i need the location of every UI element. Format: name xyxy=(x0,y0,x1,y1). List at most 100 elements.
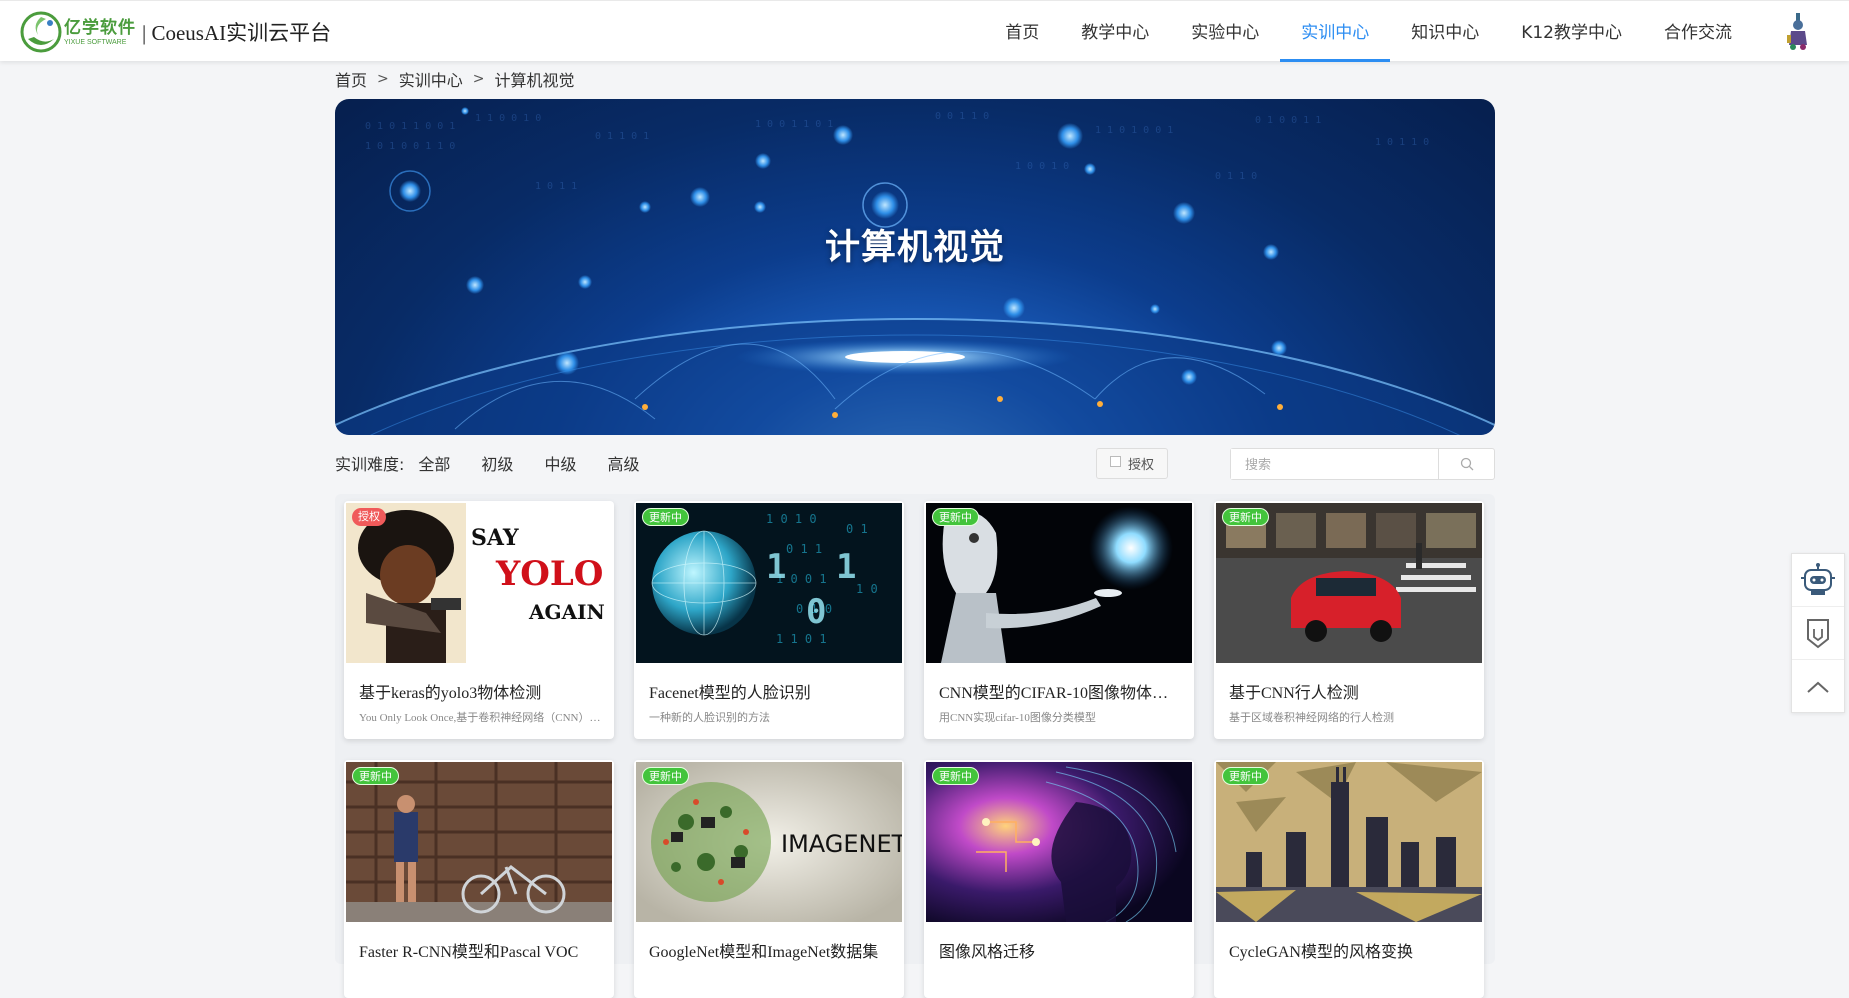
svg-text:0 1 0 0 1 1: 0 1 0 0 1 1 xyxy=(1255,115,1321,126)
course-thumbnail: 更新中 xyxy=(1216,762,1482,922)
course-card[interactable]: 更新中 图像风格迁移 xyxy=(924,760,1194,998)
course-card[interactable]: IMAGENET 更新中 GoogleNet模型和ImageNet数据集 xyxy=(634,760,904,998)
course-description: 一种新的人脸识别的方法 xyxy=(649,712,770,724)
breadcrumb-current: 计算机视觉 xyxy=(494,71,575,90)
search-box xyxy=(1230,448,1495,480)
filter-all[interactable]: 全部 xyxy=(418,451,450,475)
platform-name: | CoeusAI实训云平台 xyxy=(142,21,332,45)
svg-text:1 0: 1 0 xyxy=(856,582,878,596)
breadcrumb: 首页 > 实训中心 > 计算机视觉 xyxy=(335,68,575,90)
nav-knowledge-center[interactable]: 知识中心 xyxy=(1390,1,1500,62)
svg-text:0: 0 xyxy=(806,592,826,632)
svg-text:0 1 1 0 1: 0 1 1 0 1 xyxy=(595,131,649,142)
difficulty-filter: 实训难度: 全部 初级 中级 高级 xyxy=(335,450,670,476)
logo[interactable]: 亿学软件 YIXUE SOFTWARE | CoeusAI实训云平台 xyxy=(20,11,331,53)
course-thumbnail: 更新中 xyxy=(346,762,612,922)
course-thumbnail: 更新中 xyxy=(926,762,1192,922)
back-to-top-button[interactable] xyxy=(1792,660,1844,713)
course-thumbnail: IMAGENET 更新中 xyxy=(636,762,902,922)
course-thumbnail: SAY YOLO AGAIN 授权 xyxy=(346,503,612,663)
chevron-up-icon xyxy=(1807,681,1829,693)
status-badge: 授权 xyxy=(352,508,386,526)
user-avatar[interactable] xyxy=(1785,13,1811,51)
main-nav: 首页 教学中心 实验中心 实训中心 知识中心 K12教学中心 合作交流 xyxy=(984,1,1753,62)
difficulty-label: 实训难度: xyxy=(335,455,405,474)
svg-text:0 1 0 1 1 0 0 1: 0 1 0 1 1 0 0 1 xyxy=(365,121,455,132)
svg-text:0 1 1: 0 1 1 xyxy=(786,542,822,556)
logo-icon xyxy=(20,11,62,53)
svg-text:0 0 1 1 0: 0 0 1 1 0 xyxy=(935,111,989,122)
course-title[interactable]: GoogleNet模型和ImageNet数据集 xyxy=(649,938,894,962)
search-button[interactable] xyxy=(1438,449,1494,479)
svg-text:1 1 0 1 0 0 1: 1 1 0 1 0 0 1 xyxy=(1095,125,1173,136)
search-icon xyxy=(1460,457,1474,471)
status-badge: 更新中 xyxy=(1222,767,1269,785)
svg-text:1 0 0 1 0: 1 0 0 1 0 xyxy=(1015,161,1069,172)
thumb-text-imagenet: IMAGENET xyxy=(781,830,902,858)
svg-text:1: 1 xyxy=(836,547,856,587)
svg-text:1: 1 xyxy=(766,547,786,587)
course-card[interactable]: 更新中 CycleGAN模型的风格变换 xyxy=(1214,760,1484,998)
breadcrumb-home[interactable]: 首页 xyxy=(335,67,367,91)
course-title[interactable]: 图像风格迁移 xyxy=(939,938,1184,962)
course-card[interactable]: SAY YOLO AGAIN 授权 基于keras的yolo3物体检测 You … xyxy=(344,501,614,739)
course-card[interactable]: 更新中 Faster R-CNN模型和Pascal VOC xyxy=(344,760,614,998)
course-card[interactable]: 更新中 基于CNN行人检测 基于区域卷积神经网络的行人检测 xyxy=(1214,501,1484,739)
course-description: 基于区域卷积神经网络的行人检测 xyxy=(1229,712,1394,724)
svg-text:1 0 1 1: 1 0 1 1 xyxy=(535,181,577,192)
shield-icon xyxy=(1807,619,1829,649)
course-card[interactable]: 1 0 1 00 1 11 0 0 1 0 1 01 1 0 10 11 0 1… xyxy=(634,501,904,739)
banner-title: 计算机视觉 xyxy=(824,228,1005,268)
filter-advanced[interactable]: 高级 xyxy=(607,451,639,475)
course-title[interactable]: Facenet模型的人脸识别 xyxy=(649,679,894,703)
nav-lab-center[interactable]: 实验中心 xyxy=(1170,1,1280,62)
course-card[interactable]: 更新中 CNN模型的CIFAR-10图像物体识别 用CNN实现cifar-10图… xyxy=(924,501,1194,739)
search-input[interactable] xyxy=(1231,449,1439,479)
nav-cooperation[interactable]: 合作交流 xyxy=(1643,1,1753,62)
auth-checkbox[interactable]: 授权 xyxy=(1096,448,1168,479)
course-title[interactable]: 基于keras的yolo3物体检测 xyxy=(359,679,604,703)
thumb-text-yolo: YOLO xyxy=(495,554,603,594)
hero-banner: 0 1 0 1 1 0 0 1 1 0 1 0 0 1 1 0 1 1 0 0 1… xyxy=(335,99,1495,435)
nav-home[interactable]: 首页 xyxy=(984,1,1060,62)
assistant-button[interactable] xyxy=(1792,554,1844,607)
nav-training-center[interactable]: 实训中心 xyxy=(1280,1,1391,62)
filter-beginner[interactable]: 初级 xyxy=(481,451,513,475)
top-header: 亿学软件 YIXUE SOFTWARE | CoeusAI实训云平台 首页 教学… xyxy=(0,0,1849,62)
course-title[interactable]: CNN模型的CIFAR-10图像物体识别 xyxy=(939,679,1184,703)
feedback-button[interactable] xyxy=(1792,607,1844,660)
course-title[interactable]: CycleGAN模型的风格变换 xyxy=(1229,938,1474,962)
status-badge: 更新中 xyxy=(352,767,399,785)
svg-text:0 1: 0 1 xyxy=(846,522,868,536)
course-thumbnail: 更新中 xyxy=(926,503,1192,663)
logo-en-text: YIXUE SOFTWARE xyxy=(64,38,127,46)
status-badge: 更新中 xyxy=(932,767,979,785)
nav-teaching-center[interactable]: 教学中心 xyxy=(1060,1,1170,62)
auth-checkbox-label: 授权 xyxy=(1127,458,1154,473)
logo-cn-text: 亿学软件 xyxy=(64,17,136,37)
course-title[interactable]: Faster R-CNN模型和Pascal VOC xyxy=(359,938,604,962)
course-title[interactable]: 基于CNN行人检测 xyxy=(1229,679,1474,703)
status-badge: 更新中 xyxy=(642,508,689,526)
status-badge: 更新中 xyxy=(642,767,689,785)
svg-text:1 1 0 0 1 0: 1 1 0 0 1 0 xyxy=(475,113,541,124)
svg-text:0 1 1 0: 0 1 1 0 xyxy=(1215,171,1257,182)
course-thumbnail: 1 0 1 00 1 11 0 0 1 0 1 01 1 0 10 11 0 1… xyxy=(636,503,902,663)
thumb-text-say: SAY xyxy=(471,525,519,551)
course-thumbnail: 更新中 xyxy=(1216,503,1482,663)
chevron-right-icon: > xyxy=(377,71,389,87)
svg-text:1 1 0 1: 1 1 0 1 xyxy=(776,632,827,646)
course-description: You Only Look Once,基于卷积神经网络（CNN）的目标检测算法 xyxy=(359,712,604,724)
filter-intermediate[interactable]: 中级 xyxy=(544,451,576,475)
thumb-text-again: AGAIN xyxy=(528,600,605,624)
status-badge: 更新中 xyxy=(932,508,979,526)
breadcrumb-training-center[interactable]: 实训中心 xyxy=(399,67,463,91)
svg-text:1 0 0 1 1 0 1: 1 0 0 1 1 0 1 xyxy=(755,119,833,130)
svg-text:1 0 1 0 0 1 1 0: 1 0 1 0 0 1 1 0 xyxy=(365,141,455,152)
course-description: 用CNN实现cifar-10图像分类模型 xyxy=(939,712,1096,724)
checkbox[interactable] xyxy=(1109,456,1121,467)
chevron-right-icon: > xyxy=(472,71,485,87)
status-badge: 更新中 xyxy=(1222,508,1269,526)
floating-toolbar xyxy=(1791,553,1845,713)
nav-k12-center[interactable]: K12教学中心 xyxy=(1500,1,1643,62)
